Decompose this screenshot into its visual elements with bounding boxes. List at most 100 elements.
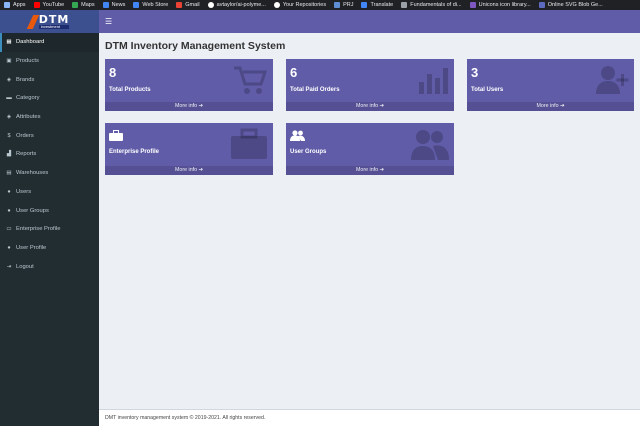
sidebar-item-dashboard[interactable]: ▦ Dashboard xyxy=(0,33,99,52)
cube-icon: ▣ xyxy=(6,58,12,65)
bookmark-label: YouTube xyxy=(42,2,65,8)
users-icon: ● xyxy=(7,207,11,214)
sidebar-item-reports[interactable]: ▟ Reports xyxy=(0,145,99,164)
user-icon: ● xyxy=(7,244,11,251)
user-groups-box: User Groups More info ➔ xyxy=(286,123,454,175)
top-navbar: ☰ xyxy=(99,10,640,33)
box-label: Total Products xyxy=(109,87,151,93)
users-large-icon xyxy=(411,128,449,166)
sidebar-item-label: Products xyxy=(16,58,39,65)
sidebar-item-user-groups[interactable]: ● User Groups xyxy=(0,201,99,220)
bookmark-label: Maps xyxy=(81,2,95,8)
globe-icon xyxy=(401,2,408,8)
briefcase-icon: ▭ xyxy=(6,226,12,233)
box-label: Enterprise Profile xyxy=(109,149,160,155)
youtube-icon xyxy=(33,2,40,8)
sidebar-item-logout[interactable]: ⇥ Logout xyxy=(0,257,99,276)
bookmark-item[interactable]: avtaylor/ai-polyme... xyxy=(207,2,266,8)
apps-icon xyxy=(4,2,10,8)
bookmark-item[interactable]: Unicons icon library... xyxy=(469,2,531,8)
total-users-box: 3 Total Users More info ➔ xyxy=(467,59,634,111)
sidebar-item-products[interactable]: ▣ Products xyxy=(0,52,99,71)
tag-icon: ◈ xyxy=(6,76,12,83)
sidebar-item-orders[interactable]: $ Orders xyxy=(0,126,99,145)
sidebar-item-label: Enterprise Profile xyxy=(16,226,61,233)
logout-icon: ⇥ xyxy=(6,263,12,270)
sidebar-item-user-profile[interactable]: ● User Profile xyxy=(0,239,99,258)
sidebar-item-brands[interactable]: ◈ Brands xyxy=(0,70,99,89)
more-info-link[interactable]: More info ➔ xyxy=(105,166,273,175)
bookmark-item[interactable]: News xyxy=(102,2,126,8)
bookmark-label: Apps xyxy=(13,2,26,8)
logo[interactable]: DTM investment xyxy=(0,10,99,33)
bookmark-label: Online SVG Blob Ge... xyxy=(547,2,603,8)
sidebar-item-users[interactable]: ● Users xyxy=(0,183,99,202)
github-icon xyxy=(273,2,280,8)
bookmark-item[interactable]: Your Repositories xyxy=(273,2,327,8)
sidebar-item-label: Reports xyxy=(16,151,37,158)
briefcase-icon xyxy=(109,128,123,146)
news-icon xyxy=(102,2,109,8)
sidebar-item-category[interactable]: ▬ Category xyxy=(0,89,99,108)
sidebar-item-label: Logout xyxy=(16,263,34,270)
sidebar-item-label: User Profile xyxy=(16,244,47,251)
more-info-link[interactable]: More info ➔ xyxy=(105,102,273,111)
sidebar-item-label: Warehouses xyxy=(16,170,49,177)
footer: DMT inventory management system © 2019-2… xyxy=(99,409,640,426)
more-info-link[interactable]: More info ➔ xyxy=(286,102,454,111)
blob-icon xyxy=(538,2,545,8)
tag-icon: ◈ xyxy=(6,114,12,121)
page-title: DTM Inventory Management System xyxy=(105,40,286,52)
box-label: User Groups xyxy=(290,149,327,155)
prj-icon xyxy=(334,2,341,8)
maps-icon xyxy=(72,2,79,8)
sidebar-item-label: Users xyxy=(16,188,32,195)
bar-chart-icon xyxy=(417,64,449,100)
sidebar-item-label: Attributes xyxy=(16,114,41,121)
chart-icon: ▟ xyxy=(6,151,12,158)
bookmark-label: Fundamentals of di... xyxy=(410,2,462,8)
bookmark-item[interactable]: YouTube xyxy=(33,2,65,8)
bookmark-label: avtaylor/ai-polyme... xyxy=(216,2,266,8)
user-plus-icon xyxy=(595,64,629,100)
total-products-box: 8 Total Products More info ➔ xyxy=(105,59,273,111)
sidebar-item-label: User Groups xyxy=(16,207,49,214)
sidebar-item-enterprise-profile[interactable]: ▭ Enterprise Profile xyxy=(0,220,99,239)
bookmark-item[interactable]: Translate xyxy=(361,2,393,8)
enterprise-profile-box: Enterprise Profile More info ➔ xyxy=(105,123,273,175)
users-icon xyxy=(290,128,305,146)
bookmark-item[interactable]: Maps xyxy=(72,2,95,8)
bookmark-item[interactable]: Web Store xyxy=(133,2,168,8)
sidebar-item-attributes[interactable]: ◈ Attributes xyxy=(0,108,99,127)
bookmark-item[interactable]: Gmail xyxy=(176,2,200,8)
sidebar-item-warehouses[interactable]: ▤ Warehouses xyxy=(0,164,99,183)
bookmark-item[interactable]: PRJ xyxy=(334,2,353,8)
dashboard-icon: ▦ xyxy=(6,39,12,46)
logo-mark-icon xyxy=(26,14,39,29)
bookmark-item[interactable]: Apps xyxy=(4,2,26,8)
bookmark-label: Gmail xyxy=(185,2,200,8)
bookmark-label: News xyxy=(111,2,126,8)
more-info-link[interactable]: More info ➔ xyxy=(286,166,454,175)
total-paid-orders-box: 6 Total Paid Orders More info ➔ xyxy=(286,59,454,111)
sidebar-item-label: Orders xyxy=(16,132,34,139)
user-icon: ● xyxy=(7,188,11,195)
logo-subtitle: investment xyxy=(38,25,70,29)
bookmark-item[interactable]: Online SVG Blob Ge... xyxy=(538,2,603,8)
gmail-icon xyxy=(176,2,183,8)
warehouse-icon: ▤ xyxy=(6,170,12,177)
box-label: Total Users xyxy=(471,87,504,93)
box-label: Total Paid Orders xyxy=(290,87,340,93)
hamburger-menu-icon[interactable]: ☰ xyxy=(105,17,112,26)
dollar-icon: $ xyxy=(7,132,11,139)
sidebar-item-label: Dashboard xyxy=(16,39,45,46)
box-number: 3 xyxy=(471,65,479,80)
bookmark-label: Translate xyxy=(370,2,394,8)
more-info-link[interactable]: More info ➔ xyxy=(467,102,634,111)
sidebar-item-label: Brands xyxy=(16,76,35,83)
box-number: 6 xyxy=(290,65,298,80)
bookmark-item[interactable]: Fundamentals of di... xyxy=(401,2,462,8)
category-icon: ▬ xyxy=(6,95,12,102)
bookmark-label: Your Repositories xyxy=(282,2,327,8)
bookmark-label: Web Store xyxy=(142,2,169,8)
